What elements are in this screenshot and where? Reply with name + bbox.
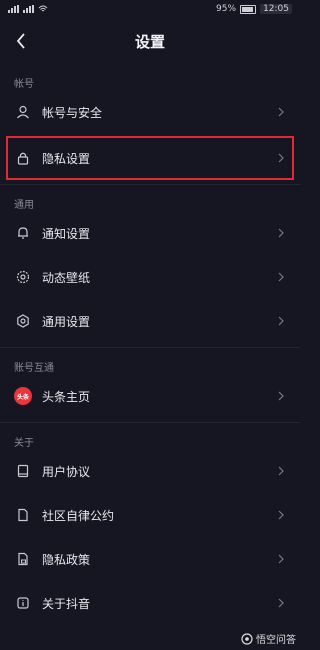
settings-item-label: 帐号与安全 [42, 105, 103, 120]
chevron-right-icon [276, 553, 286, 565]
section-label-account-link: 账号互通 [14, 363, 54, 374]
chevron-right-icon [276, 465, 286, 477]
battery-icon [240, 4, 257, 14]
settings-item-label: 通用设置 [42, 314, 91, 329]
back-button[interactable] [8, 28, 34, 54]
chevron-right-icon [276, 106, 286, 118]
settings-item-community-guidelines[interactable]: 社区自律公约 [0, 493, 300, 537]
settings-item-privacy-policy[interactable]: 隐私政策 [0, 537, 300, 581]
battery-percent: 95% [216, 4, 237, 14]
status-icons-right: 95% 12:05 [216, 4, 292, 14]
chevron-right-icon [276, 315, 286, 327]
status-icons-left [8, 5, 48, 13]
chevron-right-icon [276, 509, 286, 521]
wallpaper-icon [14, 268, 32, 286]
toutiao-logo-wrap: 头条 [14, 387, 32, 405]
chevron-right-icon [276, 152, 286, 164]
settings-item-toutiao-home[interactable]: 头条 头条主页 [0, 374, 300, 418]
privacy-doc-icon [14, 550, 32, 568]
wifi-icon [38, 5, 48, 12]
info-icon [14, 594, 32, 612]
toutiao-logo: 头条 [14, 387, 32, 405]
clock-time: 12:05 [260, 4, 292, 14]
watermark: 悟空问答 [241, 631, 296, 646]
section-label-account: 帐号 [14, 79, 34, 90]
nav-header: 设置 [0, 18, 300, 64]
chevron-right-icon [276, 271, 286, 283]
settings-item-label: 通知设置 [42, 226, 91, 241]
settings-item-about[interactable]: 关于抖音 [0, 581, 300, 625]
bell-icon [14, 224, 32, 242]
settings-item-label: 社区自律公约 [42, 508, 115, 523]
settings-item-label: 隐私设置 [42, 151, 91, 166]
chevron-right-icon [276, 597, 286, 609]
settings-item-label: 头条主页 [42, 389, 91, 404]
chevron-right-icon [276, 390, 286, 402]
wukong-logo-icon [241, 632, 253, 645]
settings-item-privacy[interactable]: 隐私设置 [0, 136, 300, 180]
section-label-about: 关于 [14, 438, 34, 449]
settings-item-general-settings[interactable]: 通用设置 [0, 299, 300, 343]
settings-item-label: 动态壁纸 [42, 270, 91, 285]
watermark-text: 悟空问答 [256, 635, 296, 646]
settings-item-label: 隐私政策 [42, 552, 91, 567]
signal-icon [23, 5, 34, 13]
chevron-right-icon [276, 227, 286, 239]
document-icon [14, 506, 32, 524]
settings-item-user-agreement[interactable]: 用户协议 [0, 449, 300, 493]
gear-icon [14, 312, 32, 330]
status-bar: 95% 12:05 [0, 0, 300, 18]
settings-item-account-security[interactable]: 帐号与安全 [0, 90, 300, 134]
settings-item-notifications[interactable]: 通知设置 [0, 211, 300, 255]
settings-item-label: 用户协议 [42, 464, 91, 479]
book-icon [14, 462, 32, 480]
chevron-left-icon [16, 33, 25, 49]
settings-item-label: 关于抖音 [42, 596, 91, 611]
section-label-general: 通用 [14, 200, 34, 211]
page-title: 设置 [134, 32, 165, 51]
signal-icon [8, 5, 19, 13]
user-icon [14, 103, 32, 121]
lock-icon [14, 149, 32, 167]
settings-item-live-wallpaper[interactable]: 动态壁纸 [0, 255, 300, 299]
